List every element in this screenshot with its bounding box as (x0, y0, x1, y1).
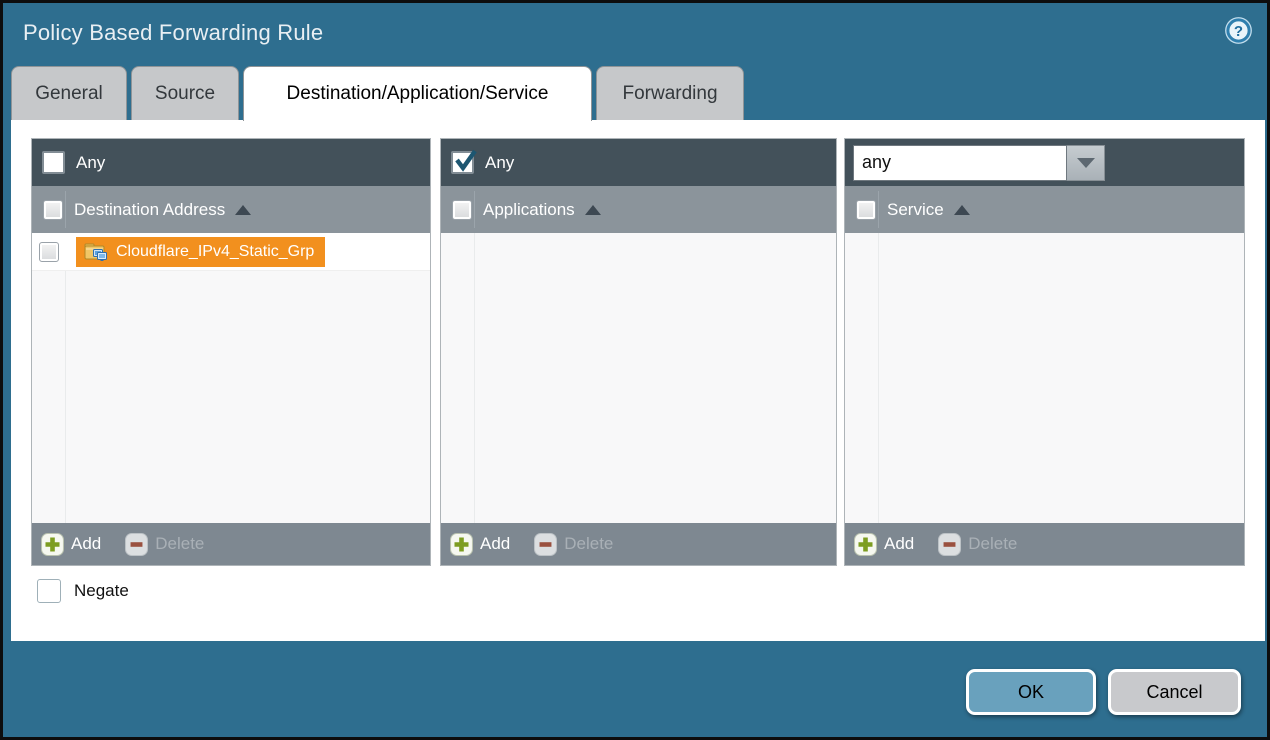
destination-address-column: Any Destination Address (31, 138, 431, 566)
cancel-button-label: Cancel (1146, 682, 1202, 703)
divider (878, 233, 879, 523)
add-label: Add (884, 534, 914, 554)
chevron-down-icon (1077, 158, 1095, 168)
divider (474, 191, 475, 228)
help-icon[interactable]: ? (1224, 16, 1253, 45)
applications-any-checkbox[interactable] (451, 151, 474, 174)
service-footer: Add Delete (845, 523, 1244, 565)
service-add-button[interactable]: Add (854, 533, 914, 556)
add-label: Add (71, 534, 101, 554)
tab-label: Forwarding (622, 83, 717, 105)
tab-general[interactable]: General (11, 66, 127, 120)
applications-footer: Add Delete (441, 523, 836, 565)
svg-text:?: ? (1234, 23, 1243, 40)
selected-address-object[interactable]: Cloudflare_IPv4_Static_Grp (76, 237, 325, 267)
applications-header-label: Applications (483, 200, 575, 220)
table-row[interactable]: Cloudflare_IPv4_Static_Grp (32, 233, 430, 271)
applications-any-label: Any (485, 153, 514, 173)
tab-forwarding[interactable]: Forwarding (596, 66, 744, 120)
ok-button-label: OK (1018, 682, 1044, 703)
ok-button[interactable]: OK (966, 669, 1096, 715)
minus-icon (125, 533, 148, 556)
destination-any-row: Any (32, 139, 430, 186)
policy-based-forwarding-dialog: Policy Based Forwarding Rule ? General S… (0, 0, 1270, 740)
tab-label: Source (155, 83, 215, 105)
tab-content-panel: Any Destination Address (11, 120, 1265, 641)
service-dropdown-row: any (845, 139, 1244, 186)
destination-footer: Add Delete (32, 523, 430, 565)
service-column: any Service (844, 138, 1245, 566)
sort-ascending-icon[interactable] (235, 205, 251, 215)
service-type-dropdown-button[interactable] (1067, 145, 1105, 181)
dialog-title: Policy Based Forwarding Rule (23, 20, 323, 46)
negate-row: Negate (37, 579, 129, 603)
destination-selectall-checkbox[interactable] (43, 200, 63, 220)
delete-label: Delete (155, 534, 204, 554)
minus-icon (534, 533, 557, 556)
destination-delete-button[interactable]: Delete (125, 533, 204, 556)
sort-ascending-icon[interactable] (585, 205, 601, 215)
delete-label: Delete (968, 534, 1017, 554)
row-checkbox[interactable] (39, 242, 59, 262)
applications-delete-button[interactable]: Delete (534, 533, 613, 556)
applications-column-header[interactable]: Applications (441, 186, 836, 233)
delete-label: Delete (564, 534, 613, 554)
divider (878, 191, 879, 228)
applications-any-row: Any (441, 139, 836, 186)
negate-label: Negate (74, 581, 129, 601)
plus-icon (450, 533, 473, 556)
tab-source[interactable]: Source (131, 66, 239, 120)
destination-header-label: Destination Address (74, 200, 225, 220)
plus-icon (41, 533, 64, 556)
minus-icon (938, 533, 961, 556)
address-group-icon (84, 242, 108, 262)
applications-list (441, 233, 836, 523)
sort-ascending-icon[interactable] (954, 205, 970, 215)
destination-add-button[interactable]: Add (41, 533, 101, 556)
service-delete-button[interactable]: Delete (938, 533, 1017, 556)
destination-column-header[interactable]: Destination Address (32, 186, 430, 233)
divider (65, 233, 66, 523)
negate-checkbox[interactable] (37, 579, 61, 603)
tab-label: General (35, 83, 103, 105)
service-list (845, 233, 1244, 523)
destination-any-label: Any (76, 153, 105, 173)
checkmark-icon (452, 147, 479, 174)
service-type-dropdown[interactable]: any (853, 145, 1067, 181)
plus-icon (854, 533, 877, 556)
cancel-button[interactable]: Cancel (1108, 669, 1241, 715)
service-header-label: Service (887, 200, 944, 220)
add-label: Add (480, 534, 510, 554)
service-type-value: any (862, 152, 891, 173)
tab-destination-application-service[interactable]: Destination/Application/Service (243, 66, 592, 121)
destination-any-checkbox[interactable] (42, 151, 65, 174)
applications-add-button[interactable]: Add (450, 533, 510, 556)
divider (65, 191, 66, 228)
applications-selectall-checkbox[interactable] (452, 200, 472, 220)
tab-label: Destination/Application/Service (287, 83, 549, 105)
service-column-header[interactable]: Service (845, 186, 1244, 233)
applications-column: Any Applications Add (440, 138, 837, 566)
destination-list: Cloudflare_IPv4_Static_Grp (32, 233, 430, 523)
address-object-label: Cloudflare_IPv4_Static_Grp (116, 243, 314, 261)
divider (474, 233, 475, 523)
service-selectall-checkbox[interactable] (856, 200, 876, 220)
